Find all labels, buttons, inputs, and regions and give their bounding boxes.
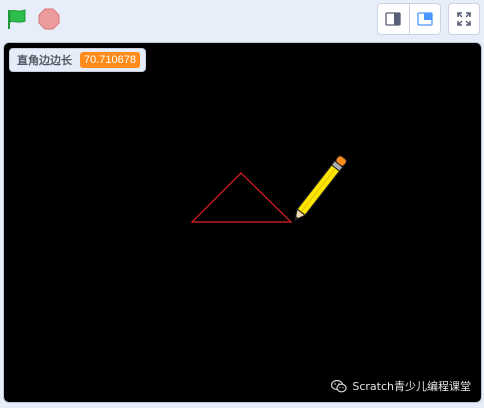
small-stage-button[interactable]	[378, 4, 410, 34]
watermark-text: Scratch青少儿编程课堂	[352, 380, 471, 393]
monitor-label: 直角边边长	[17, 54, 72, 67]
stage-canvas[interactable]: 直角边边长 70.710678 Scratch青少儿编程课堂	[3, 42, 482, 403]
normal-stage-layout-icon	[417, 12, 433, 26]
fullscreen-button[interactable]	[448, 3, 480, 35]
stop-button[interactable]	[36, 4, 62, 34]
fullscreen-icon	[457, 12, 471, 26]
stage-toolbar	[0, 0, 484, 38]
pen-triangle	[190, 172, 293, 223]
small-stage-layout-icon	[385, 12, 401, 26]
pencil-icon	[294, 155, 347, 221]
wechat-icon	[331, 379, 347, 392]
pencil-sprite[interactable]	[291, 155, 348, 223]
stop-sign-icon	[38, 8, 60, 30]
variable-monitor[interactable]: 直角边边长 70.710678	[9, 48, 146, 72]
pen-drawing	[190, 155, 348, 223]
watermark: Scratch青少儿编程课堂	[331, 378, 471, 394]
stage-player: 直角边边长 70.710678 Scratch青少儿编程课堂	[0, 0, 484, 408]
stage-size-toggle	[377, 3, 441, 35]
green-flag-button[interactable]	[4, 4, 30, 34]
monitor-value: 70.710678	[80, 52, 140, 68]
green-flag-icon	[8, 9, 26, 29]
normal-stage-button[interactable]	[410, 4, 441, 34]
